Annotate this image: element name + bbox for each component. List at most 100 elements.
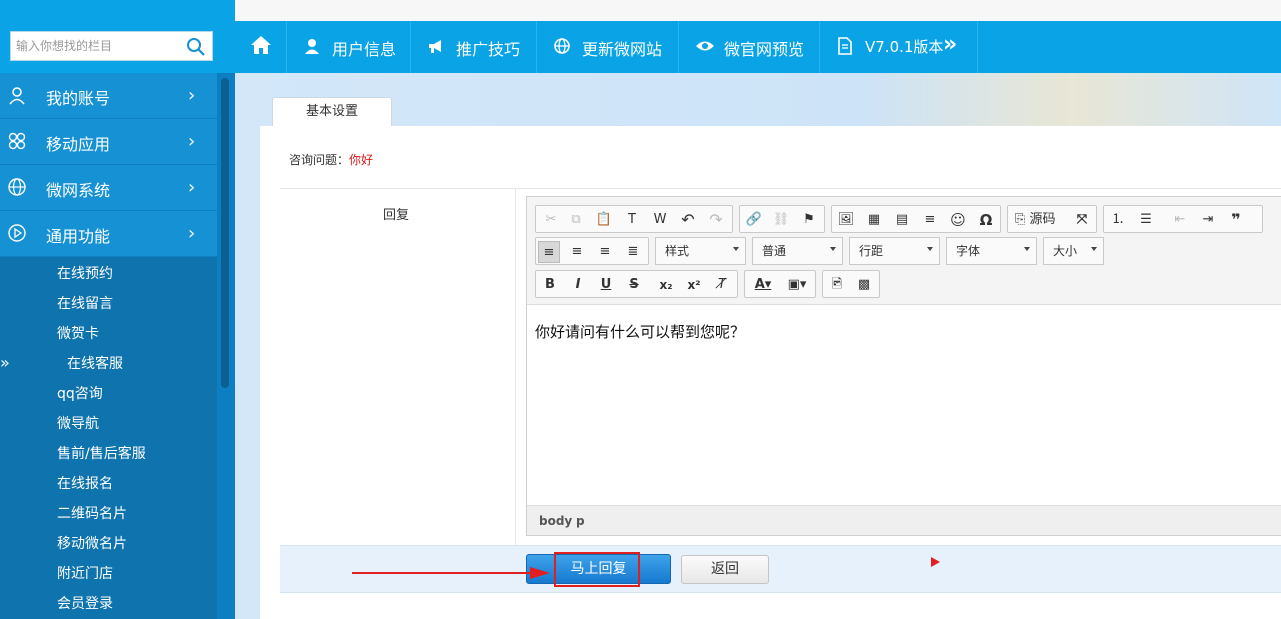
strikethrough-icon[interactable]: S <box>623 274 645 296</box>
sidebar-item-my-account[interactable]: 我的账号 › <box>0 73 217 118</box>
source-code-icon: ⎘ <box>1015 212 1026 227</box>
submenu-item[interactable]: 在线留言 <box>57 293 113 313</box>
status-path-p[interactable]: p <box>576 514 585 528</box>
align-right-icon[interactable]: ≡ <box>594 241 616 263</box>
submenu-item[interactable]: 微贺卡 <box>57 323 99 343</box>
horizontal-rule-icon[interactable]: ≡ <box>919 209 941 231</box>
format-select[interactable]: 普通 <box>752 237 843 265</box>
redo-icon[interactable]: ↷ <box>705 209 727 231</box>
submenu-item-active[interactable]: 在线客服 <box>67 353 123 373</box>
image-icon[interactable]: 🖼 <box>835 209 857 231</box>
fullscreen-icon[interactable]: ⤧ <box>1071 209 1093 231</box>
top-navigation: 用户信息 推广技巧 更新微网站 微官网预览 V7.0.1版本 » <box>235 21 1281 73</box>
nav-label: V7.0.1版本 <box>865 38 944 56</box>
tab-basic-settings[interactable]: 基本设置 <box>272 97 392 127</box>
toolbar-group-link: 🔗 ⛓ ⚑ <box>739 205 825 233</box>
anchor-flag-icon[interactable]: ⚑ <box>798 209 820 231</box>
caret-down-icon <box>1024 247 1030 251</box>
editor-content[interactable]: 你好请问有什么可以帮到您呢？ <box>535 321 745 342</box>
chevron-right-icon: › <box>188 223 196 244</box>
background-color-icon[interactable]: ▣▾ <box>782 274 812 296</box>
style-select[interactable]: 样式 <box>655 237 746 265</box>
special-char-icon[interactable]: Ω <box>975 209 997 231</box>
search-icon[interactable] <box>186 37 206 57</box>
qrcode-icon[interactable]: ▩ <box>853 274 875 296</box>
bold-icon[interactable]: B <box>539 274 561 296</box>
submenu-item[interactable]: 附近门店 <box>57 563 113 583</box>
search-input[interactable]: 输入你想找的栏目 <box>10 31 213 61</box>
underline-icon[interactable]: U <box>595 274 617 296</box>
form-divider <box>515 188 516 593</box>
user-icon <box>305 39 319 54</box>
submenu-item[interactable]: 二维码名片 <box>57 503 127 523</box>
sidebar-item-label: 通用功能 <box>46 227 111 246</box>
indent-icon[interactable]: ⇥ <box>1197 209 1219 231</box>
superscript-icon[interactable]: x² <box>683 274 705 296</box>
sidebar-scrollbar[interactable] <box>221 78 229 388</box>
nav-user-info[interactable]: 用户信息 <box>288 21 411 73</box>
submenu-item[interactable]: 在线报名 <box>57 473 113 493</box>
line-height-select[interactable]: 行距 <box>849 237 940 265</box>
toolbar-group-media: 🖻 ▩ <box>822 270 880 298</box>
align-left-icon[interactable]: ≡ <box>538 241 560 263</box>
home-icon <box>251 36 271 54</box>
ordered-list-icon[interactable]: ⒈ <box>1107 209 1129 231</box>
paste-icon[interactable]: 📋 <box>593 209 615 231</box>
question-value: 你好 <box>349 153 374 167</box>
status-path-body[interactable]: body <box>539 514 572 528</box>
megaphone-icon <box>429 40 441 53</box>
nav-version[interactable]: V7.0.1版本 » <box>821 21 978 73</box>
multi-image-icon[interactable]: ▦ <box>863 209 885 231</box>
sidebar-item-micro-site[interactable]: 微网系统 › <box>0 165 217 210</box>
font-family-select-value: 字体 <box>956 244 981 258</box>
font-color-icon[interactable]: A▾ <box>748 274 778 296</box>
unlink-icon[interactable]: ⛓ <box>770 209 792 231</box>
align-center-icon[interactable]: ≡ <box>566 241 588 263</box>
nav-home[interactable] <box>235 21 287 73</box>
double-chevron-icon[interactable]: » <box>943 32 957 57</box>
sidebar-search-area: 输入你想找的栏目 <box>0 21 235 73</box>
paste-word-icon[interactable]: W <box>649 209 671 231</box>
sidebar-item-mobile-apps[interactable]: 移动应用 › <box>0 119 217 164</box>
copy-icon[interactable]: ⧉ <box>565 209 587 231</box>
link-icon[interactable]: 🔗 <box>743 209 765 231</box>
source-button[interactable]: ⎘ 源码 <box>1011 209 1067 231</box>
subscript-icon[interactable]: x₂ <box>655 274 677 296</box>
clear-format-icon[interactable]: T̸ <box>711 274 733 296</box>
submenu-item[interactable]: 会员登录 <box>57 593 113 613</box>
submenu-item[interactable]: 微导航 <box>57 413 99 433</box>
rich-text-editor: ✂ ⧉ 📋 T W ↶ ↷ 🔗 ⛓ ⚑ 🖼 ▦ ▤ ≡ ☺ Ω ⎘ 源码 ⤧ ⒈… <box>526 196 1281 536</box>
editor-statusbar: body p <box>527 505 1281 535</box>
sidebar-item-general-functions[interactable]: 通用功能 › <box>0 211 217 256</box>
toolbar-group-insert: 🖼 ▦ ▤ ≡ ☺ Ω <box>831 205 1001 233</box>
cut-icon[interactable]: ✂ <box>540 209 562 231</box>
font-family-select[interactable]: 字体 <box>946 237 1037 265</box>
submenu-item[interactable]: 在线预约 <box>57 263 113 283</box>
caret-down-icon <box>733 247 739 251</box>
sidebar: 输入你想找的栏目 我的账号 › 移动应用 › 微网系统 › 通用功能 › 在线预… <box>0 0 235 619</box>
document-icon <box>838 37 852 55</box>
nav-site-preview[interactable]: 微官网预览 <box>680 21 820 73</box>
emoji-icon[interactable]: ☺ <box>947 209 969 231</box>
nav-update-site[interactable]: 更新微网站 <box>538 21 679 73</box>
table-icon[interactable]: ▤ <box>891 209 913 231</box>
submenu-item[interactable]: qq咨询 <box>57 383 103 403</box>
submenu-item[interactable]: 移动微名片 <box>57 533 127 553</box>
font-size-select[interactable]: 大小 <box>1043 237 1104 265</box>
toolbar-group-list: ⒈ ☰ ⇤ ⇥ ❞ <box>1103 205 1263 233</box>
expand-arrows-icon[interactable]: » <box>0 353 10 372</box>
paste-text-icon[interactable]: T <box>621 209 643 231</box>
blockquote-icon[interactable]: ❞ <box>1225 209 1247 231</box>
unordered-list-icon[interactable]: ☰ <box>1135 209 1157 231</box>
align-justify-icon[interactable]: ≣ <box>622 241 644 263</box>
outdent-icon[interactable]: ⇤ <box>1169 209 1191 231</box>
picture-edit-icon[interactable]: 🖻 <box>826 274 848 296</box>
italic-icon[interactable]: I <box>567 274 589 296</box>
undo-icon[interactable]: ↶ <box>677 209 699 231</box>
back-button[interactable]: 返回 <box>681 555 769 584</box>
submenu-item[interactable]: 售前/售后客服 <box>57 443 146 463</box>
sidebar-item-label: 微网系统 <box>46 181 111 200</box>
nav-promotion-tips[interactable]: 推广技巧 <box>412 21 537 73</box>
toolbar-group-color: A▾ ▣▾ <box>744 270 816 298</box>
globe-icon <box>554 38 570 54</box>
